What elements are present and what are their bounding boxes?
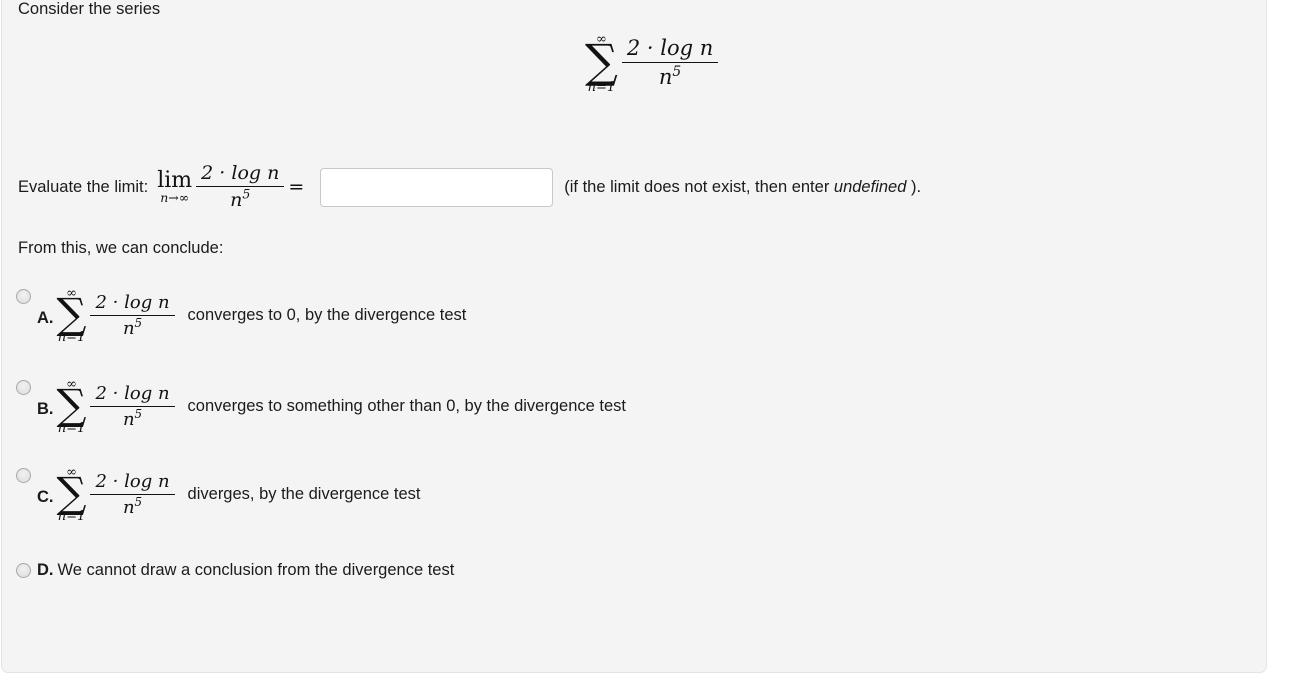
choice-letter-a: A. [37,309,54,328]
denominator-base: n [658,65,673,90]
choice-option-c[interactable]: C. ∞ ∑ n=1 2 · log n n5 diverges, by the… [16,466,421,523]
choice-option-a[interactable]: A. ∞ ∑ n=1 2 · log n n5 converges to 0, … [16,287,466,344]
radio-button-b[interactable] [16,380,31,395]
limit-row: Evaluate the limit: lim n→∞ 2 · log n n5… [18,155,921,219]
series-fraction: 2 · log n n5 [621,35,719,90]
lim-approach: n→∞ [160,190,190,206]
limit-hint: (if the limit does not exist, then enter… [564,178,921,197]
choice-a-sigma-glyph: ∑ [56,289,87,338]
lead-text: Consider the series [18,0,161,18]
choice-letter-b: B. [37,400,54,419]
choice-c-numerator: 2 · log n [95,470,170,492]
choice-a-fraction: 2 · log n n5 [90,291,175,339]
summation-symbol: ∞ ∑ n=1 [585,33,618,94]
lim-text: lim [157,168,193,194]
limit-numerator: 2 · log n [201,161,280,184]
series-display-equation: ∞ ∑ n=1 2 · log n n5 [585,33,722,94]
conclude-text: From this, we can conclude: [18,239,224,257]
limit-answer-input[interactable] [320,167,554,207]
choice-a-numerator: 2 · log n [95,291,170,313]
choice-c-fraction: 2 · log n n5 [90,470,175,518]
choice-a-lower-limit: n=1 [57,330,86,346]
fraction-numerator: 2 · log n [626,35,714,60]
limit-denominator-base: n [230,189,243,211]
choice-a-denominator-exponent: 5 [134,315,143,330]
choice-text-b: converges to something other than 0, by … [187,397,626,416]
choice-letter-c: C. [37,488,54,507]
radio-button-a[interactable] [16,289,31,304]
choice-a-denominator: n5 [90,314,175,339]
choice-letter-d: D. [37,561,54,579]
choice-b-sigma-glyph: ∑ [56,380,87,429]
choice-text-a: converges to 0, by the divergence test [187,306,467,325]
choice-b-denominator: n5 [90,405,175,430]
choice-c-denominator: n5 [90,493,175,518]
question-panel: Consider the series ∞ ∑ n=1 2 · log n n5… [1,0,1267,673]
choice-c-denominator-exponent: 5 [134,494,143,509]
denominator-exponent: 5 [672,64,682,81]
sum-lower-limit: n=1 [587,79,616,95]
choice-text-d: We cannot draw a conclusion from the div… [57,561,455,579]
limit-label: Evaluate the limit: [18,177,149,196]
choice-b-fraction: 2 · log n n5 [90,382,175,430]
hint-after: ). [906,177,922,196]
choice-b-denominator-base: n [122,408,135,430]
limit-fraction: 2 · log n n5 [196,161,285,212]
sigma-glyph: ∑ [585,34,618,88]
choice-c-lower-limit: n=1 [57,509,86,525]
question-content: Consider the series ∞ ∑ n=1 2 · log n n5… [2,0,1268,674]
limit-operator: lim n→∞ [157,169,192,204]
limit-denominator: n5 [196,186,285,211]
choice-a-summation: ∞ ∑ n=1 [57,287,87,344]
choice-text-c: diverges, by the divergence test [187,485,421,504]
choice-b-numerator: 2 · log n [95,382,170,404]
choice-option-b[interactable]: B. ∞ ∑ n=1 2 · log n n5 converges to som… [16,378,626,435]
equals-sign: = [288,176,305,198]
choice-c-sigma-glyph: ∑ [56,468,87,517]
hint-before: (if the limit does not exist, then enter [564,177,834,196]
choice-b-summation: ∞ ∑ n=1 [57,378,87,435]
hint-italic: undefined [833,177,907,196]
choice-b-denominator-exponent: 5 [134,406,143,421]
choice-option-d[interactable]: D. We cannot draw a conclusion from the … [16,561,454,580]
choice-b-lower-limit: n=1 [57,421,86,437]
choice-c-denominator-base: n [122,496,135,518]
page-root: Consider the series ∞ ∑ n=1 2 · log n n5… [0,0,1292,685]
choice-a-denominator-base: n [122,317,135,339]
radio-button-d[interactable] [16,563,31,578]
limit-denominator-exponent: 5 [242,186,251,202]
choice-c-summation: ∞ ∑ n=1 [57,466,87,523]
fraction-denominator: n5 [621,62,719,90]
radio-button-c[interactable] [16,468,31,483]
